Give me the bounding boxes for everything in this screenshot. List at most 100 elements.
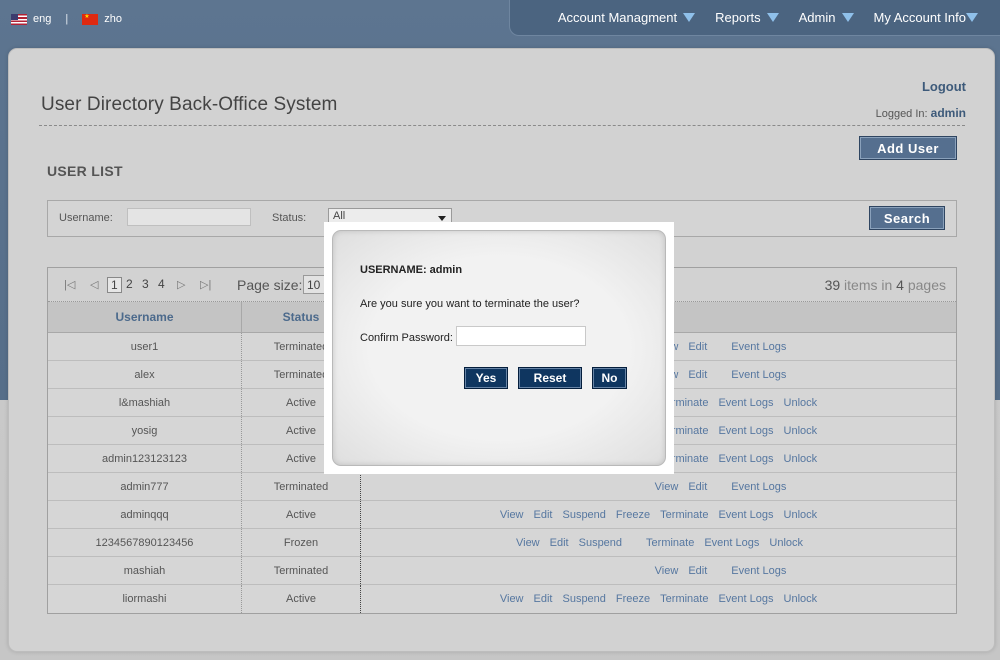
- action-event-logs-link[interactable]: Event Logs: [718, 593, 773, 605]
- username-cell: user1: [48, 333, 242, 360]
- us-flag-icon[interactable]: [11, 13, 27, 25]
- status-cell: Active: [242, 501, 361, 528]
- dialog-title: USERNAME: admin: [360, 264, 463, 276]
- page-1-link[interactable]: 1: [107, 277, 122, 293]
- username-cell: l&mashiah: [48, 389, 242, 416]
- action-unlock-link[interactable]: Unlock: [784, 453, 818, 465]
- confirm-password-input[interactable]: [456, 326, 586, 346]
- username-cell: alex: [48, 361, 242, 388]
- action-suspend-link[interactable]: Suspend: [579, 537, 622, 549]
- action-unlock-link[interactable]: Unlock: [784, 593, 818, 605]
- username-cell: admin123123123: [48, 445, 242, 472]
- dropdown-triangle-icon: [966, 13, 978, 22]
- lang-eng-link[interactable]: eng: [33, 13, 51, 25]
- username-filter-input[interactable]: [127, 208, 251, 226]
- action-event-logs-link[interactable]: Event Logs: [718, 509, 773, 521]
- no-button[interactable]: No: [592, 367, 627, 389]
- pager-item-count: 39: [824, 277, 841, 293]
- action-event-logs-link[interactable]: Event Logs: [718, 425, 773, 437]
- table-row: mashiah Terminated View Edit Event Logs: [48, 557, 956, 585]
- table-row: adminqqq Active View Edit Suspend Freeze Termi…: [48, 501, 956, 529]
- action-terminate-link[interactable]: Terminate: [660, 509, 708, 521]
- username-cell: admin777: [48, 473, 242, 500]
- nav-account-managment[interactable]: Account Managment: [557, 10, 696, 25]
- top-nav: Account Managment Reports Admin My Accou…: [509, 0, 1000, 36]
- select-arrow-icon: [438, 216, 446, 221]
- action-edit-link[interactable]: Edit: [688, 369, 707, 381]
- username-column-header[interactable]: Username: [48, 302, 242, 332]
- logout-link[interactable]: Logout: [922, 79, 966, 94]
- username-cell: 1234567890123456: [48, 529, 242, 556]
- logged-in-user[interactable]: admin: [931, 106, 966, 120]
- actions-cell: View Edit Event Logs: [361, 557, 956, 584]
- action-view-link[interactable]: View: [655, 565, 679, 577]
- page-size-input[interactable]: 10: [303, 275, 325, 294]
- action-view-link[interactable]: View: [516, 537, 540, 549]
- terminate-dialog-body: USERNAME: admin Are you sure you want to…: [332, 230, 666, 466]
- yes-button[interactable]: Yes: [464, 367, 508, 389]
- last-page-icon[interactable]: ▷|: [200, 278, 211, 291]
- page-4-link[interactable]: 4: [158, 277, 165, 291]
- action-suspend-link[interactable]: Suspend: [562, 593, 605, 605]
- china-flag-icon[interactable]: [82, 13, 99, 25]
- status-filter-label: Status:: [272, 212, 307, 224]
- language-bar: eng | zho: [11, 13, 122, 25]
- action-view-link[interactable]: View: [500, 593, 524, 605]
- actions-cell: View Edit Suspend Terminate Event Logs Unlock: [361, 529, 956, 556]
- action-freeze-link[interactable]: Freeze: [616, 509, 650, 521]
- dialog-message: Are you sure you want to terminate the u…: [360, 298, 580, 310]
- table-row: admin777 Terminated View Edit Event Logs: [48, 473, 956, 501]
- action-event-logs-link[interactable]: Event Logs: [704, 537, 759, 549]
- action-unlock-link[interactable]: Unlock: [784, 397, 818, 409]
- action-terminate-link[interactable]: Terminate: [660, 593, 708, 605]
- status-cell: Active: [242, 585, 361, 613]
- action-view-link[interactable]: View: [500, 509, 524, 521]
- status-cell: Frozen: [242, 529, 361, 556]
- pager-info: 39 items in 4 pages: [825, 277, 946, 293]
- dropdown-triangle-icon: [766, 13, 779, 22]
- nav-admin[interactable]: Admin: [799, 10, 854, 25]
- actions-cell: View Edit Suspend Freeze Terminate Event Logs…: [361, 585, 956, 613]
- action-event-logs-link[interactable]: Event Logs: [731, 369, 786, 381]
- action-edit-link[interactable]: Edit: [534, 593, 553, 605]
- action-edit-link[interactable]: Edit: [688, 481, 707, 493]
- first-page-icon[interactable]: |◁: [64, 278, 75, 291]
- terminate-dialog: USERNAME: admin Are you sure you want to…: [324, 222, 674, 474]
- search-button[interactable]: Search: [869, 206, 945, 230]
- prev-page-icon[interactable]: ◁: [90, 278, 98, 291]
- action-event-logs-link[interactable]: Event Logs: [731, 565, 786, 577]
- section-title: USER LIST: [47, 163, 123, 179]
- action-event-logs-link[interactable]: Event Logs: [731, 341, 786, 353]
- reset-button[interactable]: Reset: [518, 367, 582, 389]
- action-edit-link[interactable]: Edit: [688, 565, 707, 577]
- next-page-icon[interactable]: ▷: [177, 278, 185, 291]
- action-edit-link[interactable]: Edit: [534, 509, 553, 521]
- nav-reports[interactable]: Reports: [715, 10, 779, 25]
- action-event-logs-link[interactable]: Event Logs: [718, 453, 773, 465]
- nav-label: Account Managment: [557, 10, 678, 25]
- action-freeze-link[interactable]: Freeze: [616, 593, 650, 605]
- action-unlock-link[interactable]: Unlock: [784, 509, 818, 521]
- action-terminate-link[interactable]: Terminate: [646, 537, 694, 549]
- table-row: liormashi Active View Edit Suspend Freeze Term…: [48, 585, 956, 613]
- action-unlock-link[interactable]: Unlock: [784, 425, 818, 437]
- nav-label: Reports: [715, 10, 761, 25]
- username-cell: liormashi: [48, 585, 242, 613]
- action-event-logs-link[interactable]: Event Logs: [731, 481, 786, 493]
- action-edit-link[interactable]: Edit: [550, 537, 569, 549]
- action-unlock-link[interactable]: Unlock: [769, 537, 803, 549]
- page-size-label: Page size:: [237, 277, 303, 293]
- nav-label: My Account Info: [873, 10, 967, 25]
- page-3-link[interactable]: 3: [142, 277, 149, 291]
- action-suspend-link[interactable]: Suspend: [562, 509, 605, 521]
- action-event-logs-link[interactable]: Event Logs: [718, 397, 773, 409]
- username-filter-label: Username:: [59, 212, 113, 224]
- action-edit-link[interactable]: Edit: [688, 341, 707, 353]
- lang-zho-link[interactable]: zho: [104, 13, 122, 25]
- nav-my-account-info[interactable]: My Account Info: [873, 10, 978, 25]
- status-cell: Terminated: [242, 473, 361, 500]
- page-2-link[interactable]: 2: [126, 277, 133, 291]
- page-title: User Directory Back-Office System: [41, 94, 338, 115]
- action-view-link[interactable]: View: [655, 481, 679, 493]
- add-user-button[interactable]: Add User: [859, 136, 957, 160]
